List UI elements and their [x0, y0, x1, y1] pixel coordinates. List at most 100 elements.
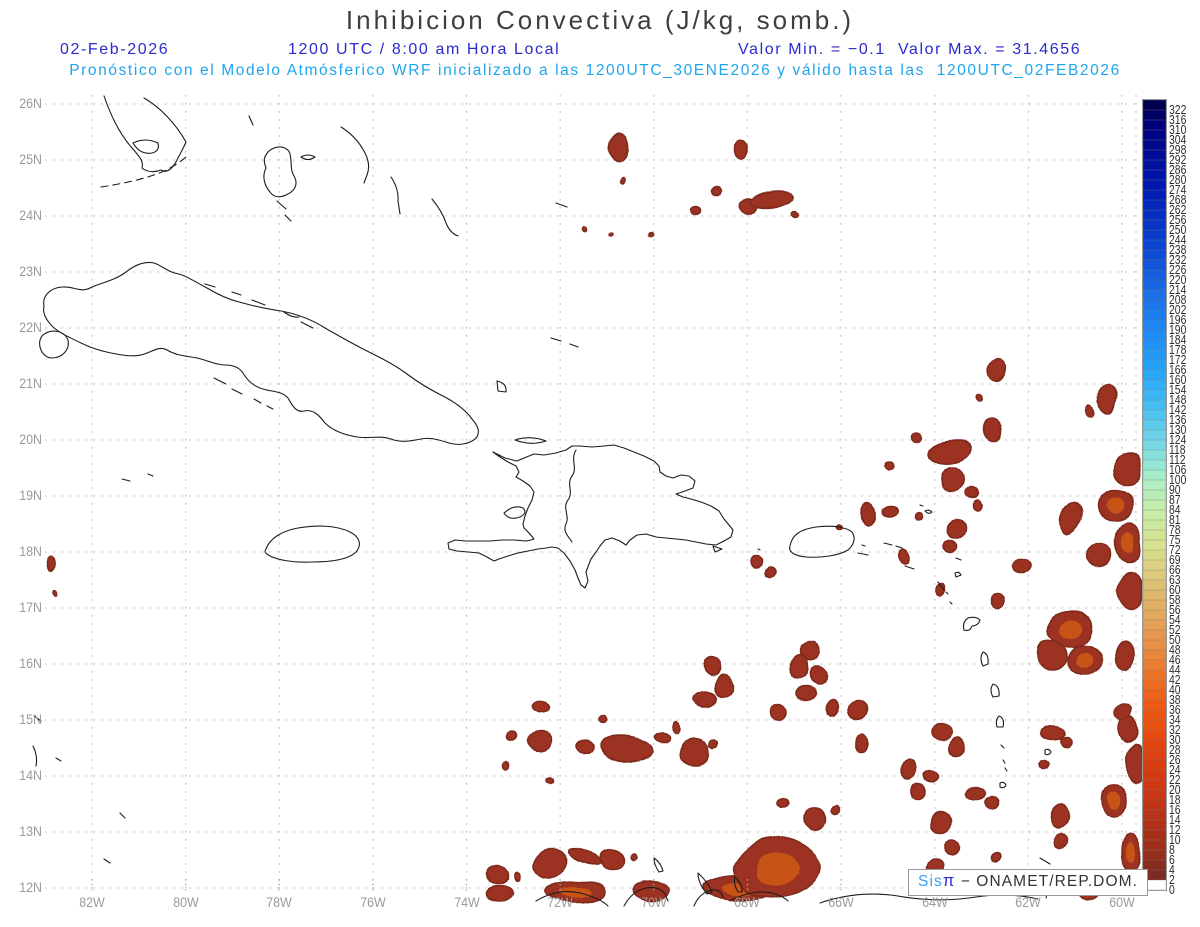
- cin-region: [945, 518, 965, 538]
- cin-region: [750, 191, 794, 211]
- cin-region: [654, 733, 672, 745]
- colorbar-cell: [1143, 710, 1166, 720]
- cin-region: [982, 418, 1002, 444]
- colorbar-cell: [1143, 380, 1166, 390]
- colorbar-cell: [1143, 400, 1166, 410]
- colorbar-cell: [1143, 260, 1166, 270]
- lon-label: 78W: [266, 895, 293, 910]
- colorbar-cell: [1143, 190, 1166, 200]
- coastline-isla-juventud: [39, 330, 69, 359]
- cin-region: [788, 655, 808, 681]
- cin-region: [1118, 571, 1142, 609]
- lat-label: 22N: [19, 320, 42, 335]
- colorbar-cell: [1143, 540, 1166, 550]
- colorbar-cell: [1143, 740, 1166, 750]
- colorbar-cell: [1143, 550, 1166, 560]
- cin-region: [1054, 834, 1070, 850]
- cin-region: [734, 138, 750, 158]
- weather-map-page: Inhibicion Convectiva (J/kg, somb.) 02-F…: [0, 0, 1200, 927]
- cin-region: [673, 720, 683, 734]
- cin-region: [51, 590, 57, 598]
- colorbar-cell: [1143, 390, 1166, 400]
- cin-region: [533, 698, 551, 714]
- cin-region: [830, 805, 840, 815]
- lon-label: 76W: [360, 895, 386, 910]
- lon-label: 70W: [641, 895, 667, 910]
- cin-region: [900, 762, 916, 782]
- colorbar-cell: [1143, 790, 1166, 800]
- cin-region: [928, 723, 952, 743]
- colorbar-cell: [1143, 330, 1166, 340]
- coastline-hispaniola: [447, 444, 734, 589]
- colorbar-cell: [1143, 620, 1166, 630]
- coastline-cayman: [121, 473, 154, 482]
- colorbar-cell: [1143, 350, 1166, 360]
- lat-label: 14N: [19, 768, 42, 783]
- lat-label: 26N: [19, 96, 42, 111]
- cin-region: [1099, 383, 1117, 413]
- colorbar-cell: [1143, 200, 1166, 210]
- cin-region: [714, 674, 736, 698]
- coastline-saona: [712, 545, 723, 553]
- colorbar-cell: [1143, 640, 1166, 650]
- colorbar-cell: [1143, 170, 1166, 180]
- lat-label: 20N: [19, 432, 42, 447]
- cin-shaded-regions: [45, 133, 1145, 903]
- cin-region: [1125, 746, 1145, 784]
- coastline-cuba-cays: [204, 283, 314, 410]
- colorbar-cell: [1143, 410, 1166, 420]
- colorbar-cell: [1143, 460, 1166, 470]
- cin-region: [940, 467, 966, 493]
- colorbar-cell: [1143, 110, 1166, 120]
- colorbar-cell: [1143, 750, 1166, 760]
- cin-region: [791, 210, 799, 218]
- coastline-gonave: [503, 506, 526, 519]
- colorbar-cell: [1143, 690, 1166, 700]
- lat-label: 12N: [19, 880, 42, 895]
- colorbar-cell: [1143, 770, 1166, 780]
- colorbar-cell: [1143, 590, 1166, 600]
- colorbar-cell: [1143, 610, 1166, 620]
- coastline-lesser-antilles: [919, 504, 1052, 899]
- pi-logo: π: [942, 872, 956, 890]
- colorbar-cell: [1143, 510, 1166, 520]
- colorbar-cell: [1143, 500, 1166, 510]
- lat-label: 16N: [19, 656, 42, 671]
- colorbar-cell: [1143, 840, 1166, 850]
- cin-region: [976, 395, 984, 403]
- cin-region: [862, 502, 876, 528]
- cin-region: [750, 554, 764, 568]
- colorbar-cell: [1143, 280, 1166, 290]
- colorbar-cell: [1143, 440, 1166, 450]
- lat-label: 21N: [19, 376, 42, 391]
- colorbar-cell: [1143, 300, 1166, 310]
- cin-region: [1061, 736, 1075, 748]
- colorbar-cell: [1143, 210, 1166, 220]
- cin-region: [693, 691, 719, 709]
- cin-region: [45, 557, 55, 573]
- cin-region: [690, 208, 702, 218]
- cin-region: [583, 225, 589, 231]
- cin-region: [984, 796, 1000, 810]
- cin-region: [965, 489, 981, 501]
- cin-region: [502, 760, 510, 770]
- colorbar-cell: [1143, 470, 1166, 480]
- attribution-box: Sisπ − ONAMET/REP.DOM.: [908, 869, 1149, 896]
- cin-region: [943, 837, 961, 855]
- colorbar-cell: [1143, 430, 1166, 440]
- cin-region: [926, 439, 974, 465]
- cin-region: [514, 870, 522, 882]
- colorbar-cell: [1143, 290, 1166, 300]
- cin-region: [990, 592, 1004, 610]
- lon-label: 82W: [79, 895, 105, 910]
- cin-region: [776, 797, 790, 809]
- attribution-sis: Sis: [918, 873, 943, 890]
- colorbar-cell: [1143, 150, 1166, 160]
- cin-region: [769, 703, 787, 721]
- cin-region: [567, 849, 599, 867]
- coastline-florida-keys: [100, 156, 187, 188]
- colorbar-cell: [1143, 570, 1166, 580]
- lon-label: 80W: [172, 895, 199, 910]
- colorbar-cell: [1143, 180, 1166, 190]
- cin-region: [803, 807, 827, 833]
